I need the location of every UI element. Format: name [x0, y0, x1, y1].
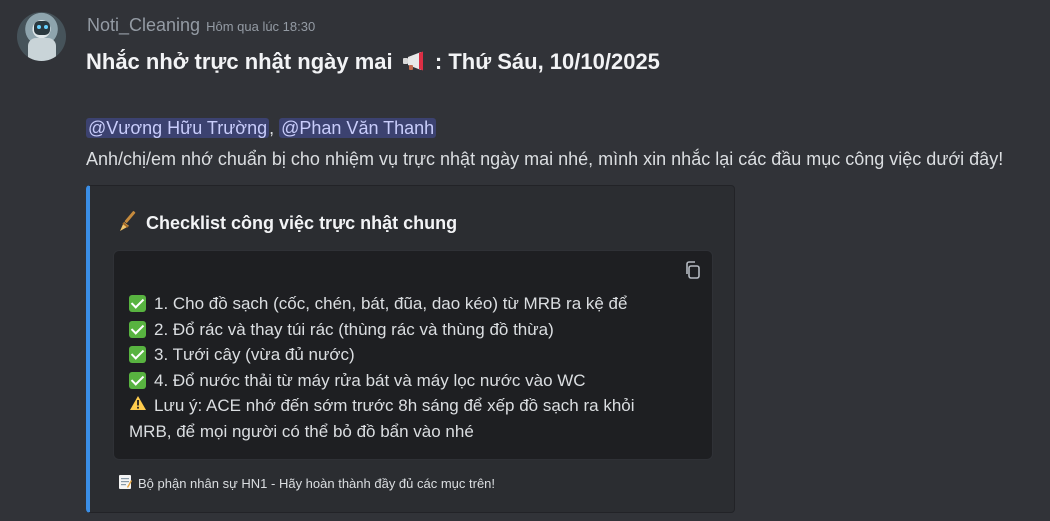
check-icon — [129, 295, 146, 313]
avatar-robot-body — [28, 38, 56, 61]
broom-icon — [118, 210, 140, 237]
checklist-item: 3. Tưới cây (vừa đủ nước) — [129, 342, 635, 368]
timestamp: Hôm qua lúc 18:30 — [206, 19, 316, 34]
mentions-line: @Vương Hữu Trường, @Phan Văn Thanh — [86, 118, 437, 139]
checklist-item: 4. Đổ nước thải từ máy rửa bát và máy lọ… — [129, 368, 635, 394]
title-date: : Thứ Sáu, 10/10/2025 — [434, 49, 660, 74]
warning-icon — [129, 393, 147, 419]
embed-card: Checklist công việc trực nhật chung 1. C… — [86, 185, 735, 513]
embed-title: Checklist công việc trực nhật chung — [118, 210, 457, 237]
checklist-item-text: 1. Cho đồ sạch (cốc, chén, bát, đũa, dao… — [154, 294, 628, 313]
copy-icon[interactable] — [684, 261, 702, 284]
avatar-eye-left — [37, 25, 41, 29]
check-icon — [129, 320, 146, 338]
note-text: Lưu ý: ACE nhớ đến sớm trước 8h sáng để … — [154, 396, 635, 415]
checklist: 1. Cho đồ sạch (cốc, chén, bát, đũa, dao… — [129, 291, 635, 444]
checklist-item-text: 3. Tưới cây (vừa đủ nước) — [154, 345, 355, 364]
check-icon — [129, 346, 146, 364]
note-line: Lưu ý: ACE nhớ đến sớm trước 8h sáng để … — [129, 393, 635, 419]
checklist-item-text: 4. Đổ nước thải từ máy rửa bát và máy lọ… — [154, 370, 586, 390]
memo-icon — [118, 474, 132, 493]
note-line-continued: MRB, để mọi người có thể bỏ đồ bẩn vào n… — [129, 419, 635, 445]
checklist-item-text: 2. Đổ rác và thay túi rác (thùng rác và … — [154, 319, 554, 339]
note-text-continued: MRB, để mọi người có thể bỏ đồ bẩn vào n… — [129, 421, 474, 441]
message-header: Noti_Cleaning Hôm qua lúc 18:30 — [87, 15, 315, 36]
mention-user-2[interactable]: @Phan Văn Thanh — [279, 118, 437, 138]
embed-footer: Bộ phận nhân sự HN1 - Hãy hoàn thành đầy… — [118, 474, 495, 493]
checklist-item: 1. Cho đồ sạch (cốc, chén, bát, đũa, dao… — [129, 291, 635, 317]
username[interactable]: Noti_Cleaning — [87, 15, 200, 36]
bot-avatar[interactable] — [17, 12, 66, 61]
checklist-item: 2. Đổ rác và thay túi rác (thùng rác và … — [129, 317, 635, 343]
embed-title-text: Checklist công việc trực nhật chung — [146, 213, 458, 233]
intro-text: Anh/chị/em nhớ chuẩn bị cho nhiệm vụ trự… — [86, 149, 1004, 169]
check-icon — [129, 371, 146, 389]
code-block: 1. Cho đồ sạch (cốc, chén, bát, đũa, dao… — [113, 250, 713, 460]
message-title: Nhắc nhở trực nhật ngày mai : Thứ Sáu, 1… — [86, 49, 660, 77]
title-text: Nhắc nhở trực nhật ngày mai — [86, 49, 393, 74]
mention-separator: , — [269, 118, 275, 138]
megaphone-icon — [401, 51, 427, 77]
footer-text: Bộ phận nhân sự HN1 - Hãy hoàn thành đầy… — [138, 476, 496, 491]
mention-user-1[interactable]: @Vương Hữu Trường — [86, 118, 270, 138]
avatar-eye-right — [44, 25, 48, 29]
